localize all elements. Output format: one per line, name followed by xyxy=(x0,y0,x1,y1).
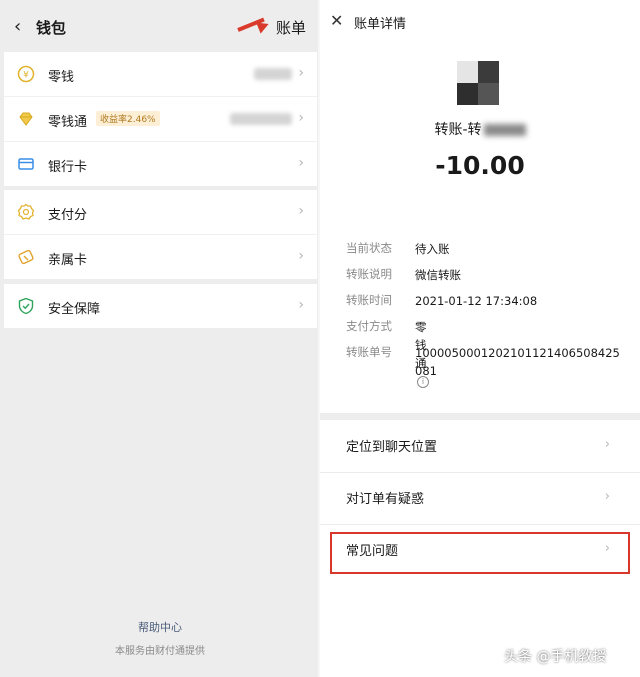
bill-amount: -10.00 xyxy=(435,151,525,180)
coin-icon: ¥ xyxy=(17,65,35,83)
lingqiantong-value-blurred xyxy=(230,113,292,125)
wallet-item-label: 安全保障 xyxy=(48,302,101,317)
diamond-icon xyxy=(19,112,33,126)
wallet-group-balance: ¥ 零钱 › 零钱通 收益率2.46% › 银行卡 › xyxy=(4,52,317,186)
pay-score-icon xyxy=(17,203,35,220)
red-arrow-icon xyxy=(256,18,271,34)
page-title: 钱包 xyxy=(36,19,67,37)
detail-label: 转账说明 xyxy=(346,267,392,281)
menu-item-locate-chat[interactable]: 定位到聊天位置 › xyxy=(320,420,640,472)
wallet-header: ‹ 钱包 账单 xyxy=(0,0,320,52)
wallet-item-security[interactable]: 安全保障 › xyxy=(4,284,317,328)
avatar xyxy=(457,61,499,105)
detail-label: 转账单号 xyxy=(346,345,392,359)
wallet-item-lingqiantong[interactable]: 零钱通 收益率2.46% › xyxy=(4,97,317,142)
faq-highlight-box xyxy=(330,532,630,574)
watermark: 头条 @手机教授 xyxy=(504,649,607,665)
detail-value: 微信转账 xyxy=(415,268,461,282)
yield-badge: 收益率2.46% xyxy=(96,111,160,126)
bill-link[interactable]: 账单 xyxy=(276,17,306,38)
payee-name: 转账-转 xyxy=(320,119,640,139)
wallet-item-label: 银行卡 xyxy=(48,160,88,175)
family-card-icon xyxy=(18,249,34,265)
back-icon[interactable]: ‹ xyxy=(14,16,21,37)
wallet-item-label: 支付分 xyxy=(48,208,88,223)
provider-note: 本服务由财付通提供 xyxy=(115,646,205,657)
wallet-item-label: 零钱 xyxy=(48,70,75,85)
wallet-item-label: 亲属卡 xyxy=(48,253,88,268)
wallet-item-change[interactable]: ¥ 零钱 › xyxy=(4,52,317,97)
detail-label: 支付方式 xyxy=(346,319,392,333)
menu-item-order-question[interactable]: 对订单有疑惑 › xyxy=(320,472,640,524)
chevron-right-icon: › xyxy=(298,297,304,313)
payee-name-blurred xyxy=(483,124,526,136)
detail-label: 当前状态 xyxy=(346,241,392,255)
wallet-screen: ‹ 钱包 账单 ¥ 零钱 › 零钱通 收益率2.46% › 银行卡 › 支付分 xyxy=(0,0,320,677)
wallet-item-label: 零钱通 xyxy=(48,115,88,130)
wallet-item-family-card[interactable]: 亲属卡 › xyxy=(4,235,317,279)
payee-label: 转账-转 xyxy=(434,122,482,138)
chevron-right-icon: › xyxy=(298,248,304,264)
detail-value: 1000050001202101121406508425081 xyxy=(415,346,620,378)
chevron-right-icon: › xyxy=(298,65,304,81)
bill-actions-menu: 定位到聊天位置 › 对订单有疑惑 › 常见问题 › xyxy=(320,420,640,677)
menu-item-label: 定位到聊天位置 xyxy=(346,440,438,455)
svg-text:¥: ¥ xyxy=(23,71,29,81)
balance-value-blurred xyxy=(254,68,292,80)
bank-card-icon xyxy=(18,158,34,170)
help-center-link[interactable]: 帮助中心 xyxy=(0,619,320,635)
detail-value: 待入账 xyxy=(415,242,450,256)
page-title: 账单详情 xyxy=(354,17,407,32)
wallet-item-bank-card[interactable]: 银行卡 › xyxy=(4,142,317,186)
chevron-right-icon: › xyxy=(604,437,610,452)
wallet-item-pay-score[interactable]: 支付分 › xyxy=(4,190,317,235)
menu-item-label: 对订单有疑惑 xyxy=(346,492,425,507)
chevron-right-icon: › xyxy=(604,489,610,504)
detail-label: 转账时间 xyxy=(346,293,392,307)
wallet-group-services: 支付分 › 亲属卡 › xyxy=(4,190,317,279)
bill-detail-screen: ✕ 账单详情 转账-转 -10.00 当前状态 待入账 转账说明 微信转账 转账… xyxy=(320,0,640,677)
chevron-right-icon: › xyxy=(298,203,304,219)
detail-value: 2021-01-12 17:34:08 xyxy=(415,294,538,308)
close-icon[interactable]: ✕ xyxy=(330,11,343,30)
shield-icon xyxy=(18,297,34,315)
bill-summary-card: 转账-转 -10.00 当前状态 待入账 转账说明 微信转账 转账时间 2021… xyxy=(320,44,640,413)
wallet-group-security: 安全保障 › xyxy=(4,284,317,328)
bill-detail-header: ✕ 账单详情 xyxy=(320,0,640,44)
chevron-right-icon: › xyxy=(298,110,304,126)
chevron-right-icon: › xyxy=(298,155,304,171)
